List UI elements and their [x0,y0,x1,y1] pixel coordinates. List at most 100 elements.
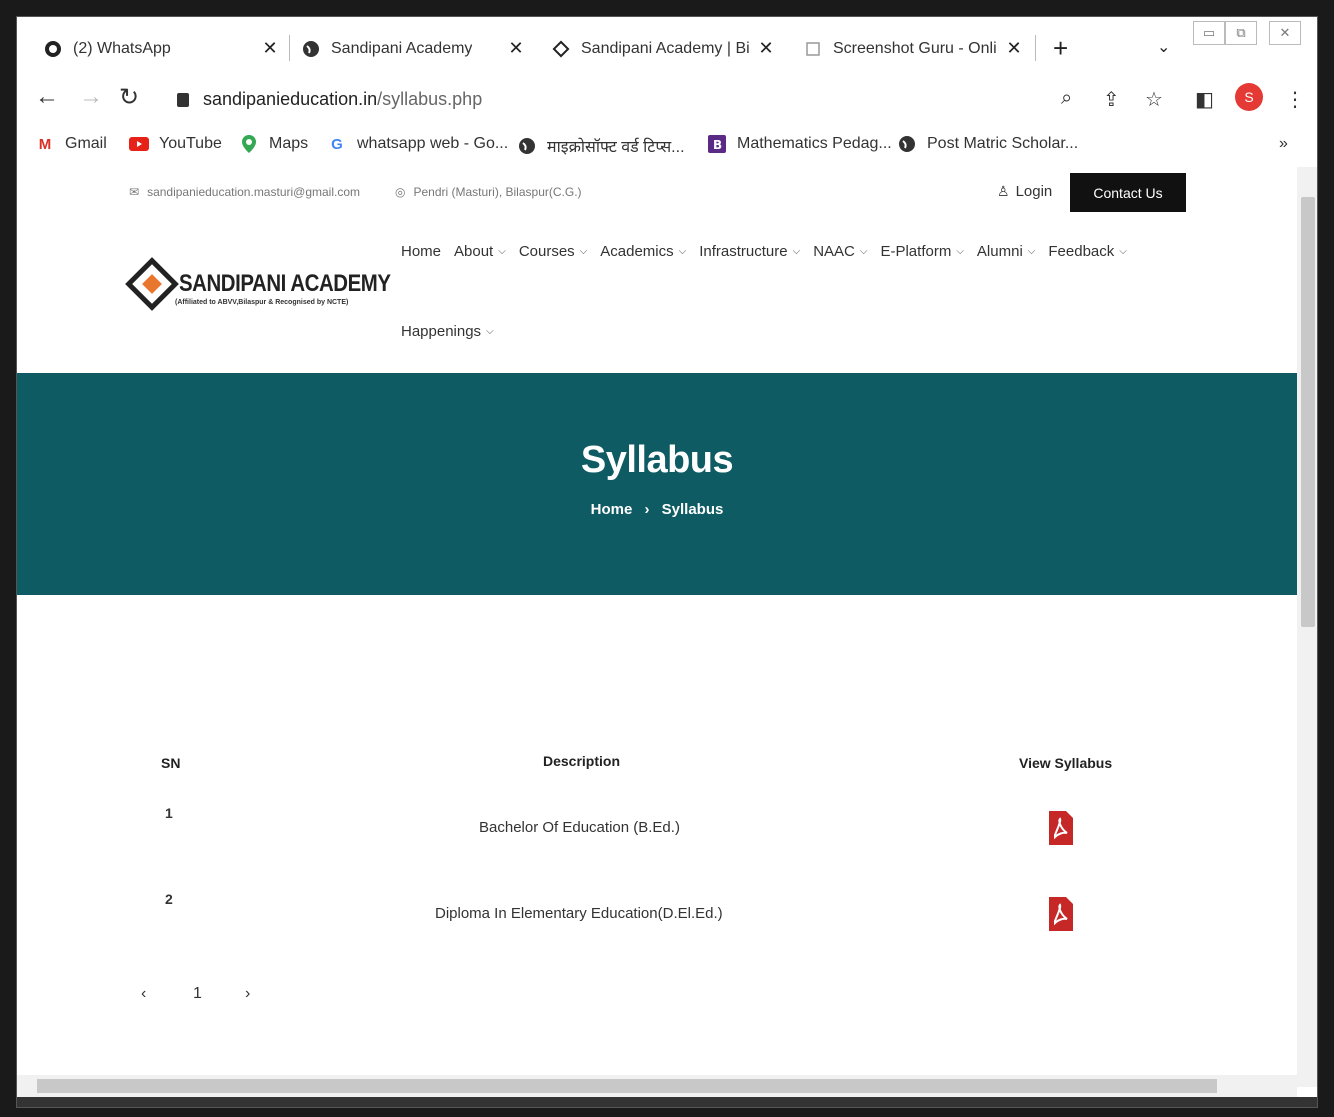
nav-about[interactable]: About ⌵ [454,243,506,260]
chevron-down-icon: ⌵ [486,326,494,337]
chevron-down-icon: ⌵ [1027,246,1036,257]
chevron-down-icon: ⌵ [498,246,506,257]
vertical-scrollbar[interactable] [1297,167,1317,1087]
login-label: Login [1015,183,1053,200]
tab-screenshot-guru[interactable]: Screenshot Guru - Online ✕ [803,31,1025,67]
reload-icon[interactable]: ↻ [119,83,139,112]
chevron-down-icon: ⌵ [792,246,801,257]
nav-row-2: Happenings ⌵ [401,323,507,340]
gmail-icon: M [38,135,52,153]
row-1-description: Bachelor Of Education (B.Ed.) [479,819,680,836]
tab-separator [289,35,290,61]
mail-icon: ✉ [129,185,140,199]
login-link[interactable]: ♙ Login [997,183,1052,200]
page-title: Syllabus [580,439,734,481]
breadcrumb: Home › Syllabus [17,501,1297,518]
top-location: ◎ Pendri (Masturi), Bilaspur(C.G.) [395,185,582,199]
bookmark-mathematics[interactable]: B Mathematics Pedag... [707,135,892,153]
bookmarks-bar: M Gmail YouTube Maps G whatsapp web - Go… [17,123,1317,167]
bookmark-label: Gmail [65,135,107,152]
close-icon[interactable]: ✕ [1003,37,1025,59]
bookmark-label: YouTube [159,135,222,152]
bookmark-word-tips[interactable]: माइक्रोसॉफ्ट वर्ड टिप्स... [517,135,685,157]
close-icon[interactable]: ✕ [259,37,281,59]
pdf-icon[interactable] [1049,897,1073,931]
kebab-menu-icon[interactable]: ⋮ [1285,87,1305,112]
tab-whatsapp[interactable]: (2) WhatsApp ✕ [43,31,281,67]
bookmark-youtube[interactable]: YouTube [129,135,222,153]
tab-sandipani-academy[interactable]: Sandipani Academy ✕ [301,31,527,67]
nav-infrastructure[interactable]: Infrastructure ⌵ [699,243,800,260]
close-icon[interactable]: ✕ [755,37,777,59]
horizontal-scrollbar[interactable] [17,1075,1297,1097]
pager-page-1[interactable]: 1 [193,985,202,1003]
location-pin-icon: ◎ [395,185,406,199]
site-logo[interactable]: SANDIPANI ACADEMY (Affiliated to ABVV,Bi… [125,257,428,311]
bookmark-b-icon: B [707,135,727,153]
email-text: sandipanieducation.masturi@gmail.com [147,185,361,199]
more-bookmarks-icon[interactable]: » [1279,135,1288,153]
nav-naac[interactable]: NAAC ⌵ [813,243,867,260]
bookmark-label: whatsapp web - Go... [357,135,509,152]
breadcrumb-current: Syllabus [661,501,724,518]
whatsapp-icon [43,39,63,59]
url-path: /syllabus.php [377,89,483,109]
bookmark-label: Mathematics Pedag... [737,135,892,152]
bookmark-maps[interactable]: Maps [239,135,308,153]
logo-diamond-icon [125,257,179,311]
chevron-down-icon: ⌵ [859,246,868,257]
chevron-down-icon: ⌵ [579,246,588,257]
restore-icon[interactable]: ⧉ [1225,21,1257,45]
logo-tagline: (Affiliated to ABVV,Bilaspur & Recognise… [175,299,349,306]
nav-e-platform[interactable]: E-Platform ⌵ [880,243,963,260]
nav-courses[interactable]: Courses ⌵ [519,243,587,260]
forward-icon[interactable]: → [79,83,103,111]
close-icon[interactable]: ✕ [505,37,527,59]
tab-strip: (2) WhatsApp ✕ Sandipani Academy ✕ Sandi… [17,17,1317,75]
scroll-thumb[interactable] [37,1079,1217,1093]
star-icon[interactable]: ☆ [1145,87,1163,112]
pager-prev[interactable]: ‹ [141,985,146,1003]
top-email[interactable]: ✉ sandipanieducation.masturi@gmail.com [129,185,360,199]
pdf-icon[interactable] [1049,811,1073,845]
nav-alumni[interactable]: Alumni ⌵ [977,243,1035,260]
close-window-icon[interactable]: ✕ [1269,21,1301,45]
side-panel-icon[interactable]: ◧ [1195,87,1214,112]
breadcrumb-home[interactable]: Home [591,501,633,518]
bookmark-label: माइक्रोसॉफ्ट वर्ड टिप्स... [547,139,685,156]
profile-avatar[interactable]: S [1235,83,1263,111]
column-header-sn: SN [161,755,181,771]
chevron-down-icon[interactable]: ⌄ [1157,37,1170,57]
pager-next[interactable]: › [245,985,250,1003]
nav-happenings[interactable]: Happenings ⌵ [401,323,494,340]
lock-icon [177,92,189,107]
minimize-icon[interactable]: ▭ [1193,21,1225,45]
nav-feedback[interactable]: Feedback ⌵ [1048,243,1126,260]
url-host: sandipanieducation.in [203,89,378,109]
bookmark-label: Maps [269,135,309,152]
new-tab-plus-icon[interactable]: + [1053,33,1068,64]
tab-sandipani-bilaspur[interactable]: Sandipani Academy | Bila ✕ [551,31,777,67]
share-icon[interactable]: ⇪ [1103,87,1120,112]
svg-text:B: B [713,138,722,152]
tab-title: (2) WhatsApp [73,40,171,57]
scroll-thumb[interactable] [1301,197,1315,627]
tab-title: Sandipani Academy [331,40,473,57]
zoom-icon[interactable]: ⌕ [1061,87,1072,110]
screenshot-icon [803,39,823,59]
contact-us-button[interactable]: Contact Us [1070,173,1186,212]
url-field[interactable]: sandipanieducation.in/syllabus.php [177,89,482,110]
address-bar: ← → ↻ sandipanieducation.in/syllabus.php… [17,75,1317,123]
bookmark-whatsapp-web[interactable]: G whatsapp web - Go... [327,135,508,153]
column-header-view-syllabus: View Syllabus [1019,755,1113,771]
nav-home[interactable]: Home [401,243,441,260]
back-icon[interactable]: ← [35,83,59,111]
bookmark-gmail[interactable]: M Gmail [35,135,107,153]
maps-icon [239,135,259,153]
chevron-down-icon: ⌵ [678,246,687,257]
browser-window: (2) WhatsApp ✕ Sandipani Academy ✕ Sandi… [16,16,1318,1108]
nav-academics[interactable]: Academics ⌵ [600,243,686,260]
chevron-down-icon: ⌵ [956,246,964,257]
bookmark-post-matric[interactable]: Post Matric Scholar... [897,135,1078,153]
bookmark-label: Post Matric Scholar... [927,135,1079,152]
